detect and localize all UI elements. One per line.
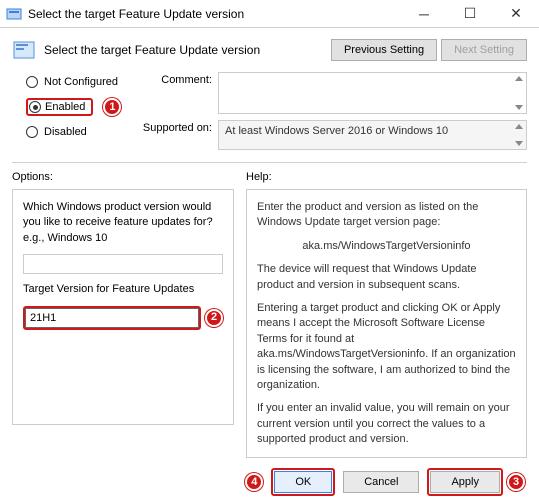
- annotation-badge-3: 3: [507, 473, 525, 491]
- product-prompt: Which Windows product version would you …: [23, 200, 223, 246]
- help-label: Help:: [246, 167, 527, 189]
- app-icon: [6, 6, 22, 22]
- state-comment-row: Not Configured Enabled 1 Disabled Commen…: [0, 68, 539, 154]
- cancel-button[interactable]: Cancel: [343, 471, 419, 493]
- radio-disabled[interactable]: Disabled: [26, 126, 132, 138]
- help-paragraph: Entering a target product and clicking O…: [257, 301, 516, 393]
- radio-icon: [29, 101, 41, 113]
- options-column: Options: Which Windows product version w…: [12, 167, 234, 458]
- help-paragraph: The device will request that Windows Upd…: [257, 262, 516, 293]
- content-row: Options: Which Windows product version w…: [0, 167, 539, 458]
- footer-buttons: 4 OK Cancel Apply 3: [0, 458, 539, 496]
- radio-label: Disabled: [44, 126, 87, 138]
- header-row: Select the target Feature Update version…: [0, 28, 539, 68]
- window-title: Select the target Feature Update version: [28, 7, 401, 21]
- titlebar: Select the target Feature Update version…: [0, 0, 539, 28]
- options-label: Options:: [12, 167, 234, 189]
- close-button[interactable]: ✕: [493, 0, 539, 28]
- annotation-badge-4: 4: [245, 473, 263, 491]
- help-panel: Enter the product and version as listed …: [246, 189, 527, 458]
- ok-button[interactable]: OK: [274, 471, 332, 493]
- radio-label: Enabled: [45, 101, 85, 113]
- help-paragraph: Enter the product and version as listed …: [257, 200, 516, 231]
- supported-label: Supported on:: [132, 120, 212, 134]
- policy-icon: [10, 36, 38, 64]
- radio-icon: [26, 126, 38, 138]
- annotation-badge-1: 1: [103, 98, 121, 116]
- divider: [12, 162, 527, 163]
- radio-enabled[interactable]: Enabled: [26, 98, 93, 116]
- comment-block: Comment: Supported on: At least Windows …: [132, 72, 527, 150]
- next-setting-button: Next Setting: [441, 39, 527, 61]
- options-panel: Which Windows product version would you …: [12, 189, 234, 425]
- supported-text: At least Windows Server 2016 or Windows …: [218, 120, 527, 150]
- product-version-input[interactable]: [23, 254, 223, 274]
- previous-setting-button[interactable]: Previous Setting: [331, 39, 437, 61]
- minimize-button[interactable]: ─: [401, 0, 447, 28]
- radio-not-configured[interactable]: Not Configured: [26, 76, 132, 88]
- comment-label: Comment:: [132, 72, 212, 86]
- help-paragraph: If you enter an invalid value, you will …: [257, 401, 516, 447]
- help-link-text: aka.ms/WindowsTargetVersioninfo: [257, 239, 516, 254]
- comment-textarea[interactable]: [218, 72, 527, 114]
- apply-button[interactable]: Apply: [430, 471, 500, 493]
- target-version-label: Target Version for Feature Updates: [23, 282, 223, 297]
- header-title: Select the target Feature Update version: [44, 43, 327, 57]
- target-version-input[interactable]: [25, 308, 199, 328]
- annotation-badge-2: 2: [205, 309, 223, 327]
- state-radios: Not Configured Enabled 1 Disabled: [12, 72, 132, 150]
- radio-icon: [26, 76, 38, 88]
- help-column: Help: Enter the product and version as l…: [234, 167, 527, 458]
- maximize-button[interactable]: ☐: [447, 0, 493, 28]
- radio-label: Not Configured: [44, 76, 118, 88]
